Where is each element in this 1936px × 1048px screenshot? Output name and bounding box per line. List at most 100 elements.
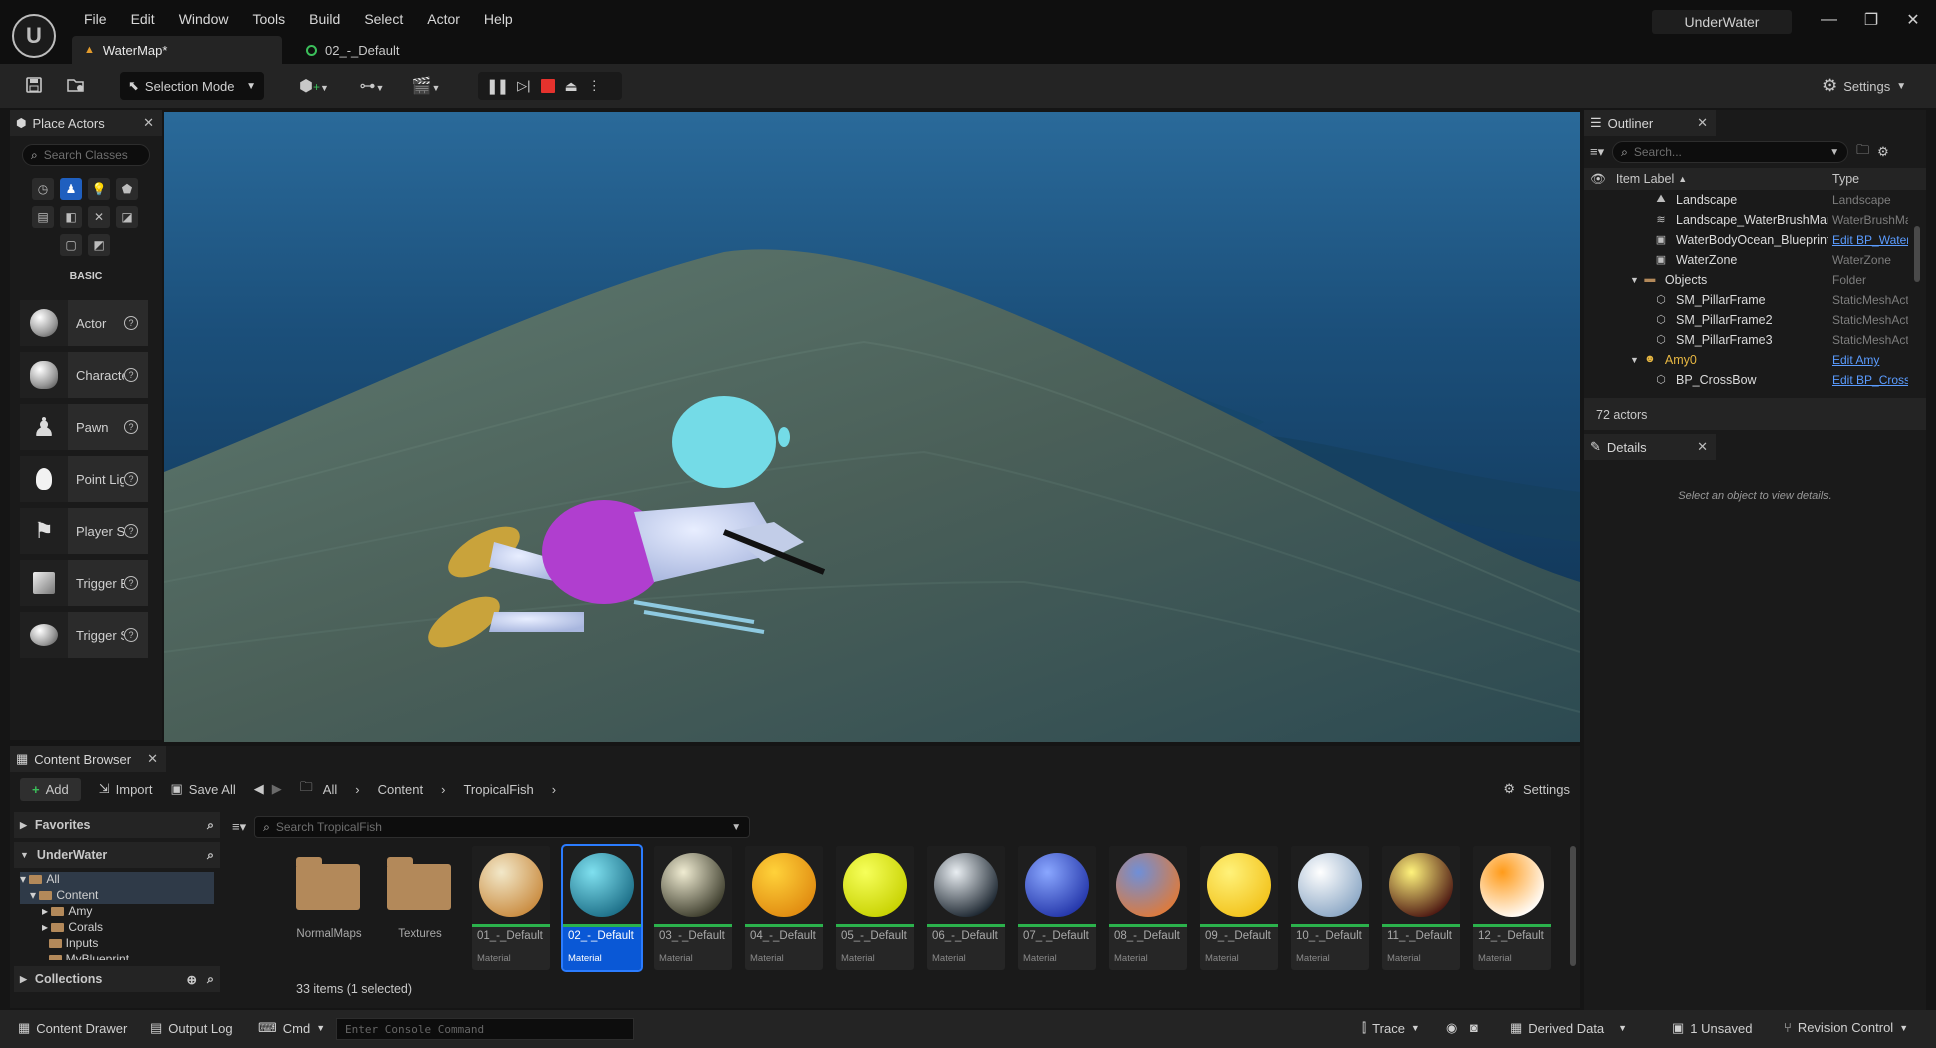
menu-help[interactable]: Help (472, 11, 525, 27)
menu-tools[interactable]: Tools (240, 11, 297, 27)
actor-item-point-light[interactable]: Point Light ? (20, 456, 148, 502)
row-type-link[interactable]: Edit Amy (1832, 353, 1908, 367)
material-asset-tile[interactable]: 02_-_Default Material (561, 844, 643, 972)
collections-section[interactable]: ▶ Collections ⊕ ⌕ (14, 966, 220, 992)
add-folder-icon[interactable]: 🗀 (1856, 141, 1869, 163)
close-icon[interactable]: ✕ (147, 751, 158, 767)
outliner-scrollbar[interactable] (1914, 226, 1920, 282)
tree-item-all[interactable]: ▾ All (20, 872, 214, 888)
close-icon[interactable]: ✕ (1697, 115, 1708, 131)
minimize-button[interactable]: — (1808, 11, 1850, 29)
outliner-row[interactable]: ▣ WaterZone WaterZone (1584, 250, 1926, 270)
gear-icon[interactable]: ⚙ (1877, 144, 1889, 160)
actor-item-trigger-box[interactable]: Trigger Box ? (20, 560, 148, 606)
material-asset-tile[interactable]: 10_-_Default Material (1291, 846, 1369, 970)
output-log-button[interactable]: ▤ Output Log (150, 1020, 233, 1036)
import-button[interactable]: ⇲ Import (99, 781, 153, 797)
chevron-down-icon[interactable]: ▼ (1630, 275, 1639, 285)
folder-tile[interactable]: NormalMaps (290, 846, 368, 970)
material-asset-tile[interactable]: 04_-_Default Material (745, 846, 823, 970)
outliner-row[interactable]: ▼ ☻ Amy0 Edit Amy (1584, 350, 1926, 370)
help-icon[interactable]: ? (124, 316, 138, 330)
filter-icon[interactable]: ≡▾ (232, 819, 246, 835)
material-asset-tile[interactable]: 07_-_Default Material (1018, 846, 1096, 970)
favorites-section[interactable]: ▶ Favorites ⌕ (14, 812, 220, 838)
search-classes-input[interactable]: ⌕ Search Classes (22, 144, 150, 166)
content-browser-icon[interactable] (66, 76, 86, 96)
material-asset-tile[interactable]: 11_-_Default Material (1382, 846, 1460, 970)
level-viewport[interactable] (164, 112, 1580, 742)
outliner-row[interactable]: ▣ WaterBodyOcean_Blueprint Edit BP_WaterBo… (1584, 230, 1926, 250)
save-all-button[interactable]: ▣ Save All (170, 781, 235, 797)
search-icon[interactable]: ⌕ (207, 972, 214, 987)
console-input[interactable]: Enter Console Command (336, 1018, 634, 1040)
tree-item-inputs[interactable]: Inputs (20, 936, 214, 952)
lights-icon[interactable]: 💡 (88, 178, 110, 200)
help-icon[interactable]: ? (124, 368, 138, 382)
material-asset-tile[interactable]: 06_-_Default Material (927, 846, 1005, 970)
outliner-search-input[interactable]: ⌕ Search... ▼ (1612, 141, 1849, 163)
actor-item-trigger-sphere[interactable]: Trigger Sphere ? (20, 612, 148, 658)
help-icon[interactable]: ? (124, 524, 138, 538)
content-drawer-button[interactable]: ▦ Content Drawer (18, 1020, 127, 1036)
menu-edit[interactable]: Edit (119, 11, 167, 27)
material-asset-tile[interactable]: 01_-_Default Material (472, 846, 550, 970)
geometry-icon[interactable]: ▢ (60, 234, 82, 256)
cb-settings-button[interactable]: ⚙ Settings (1503, 781, 1570, 797)
material-asset-tile[interactable]: 12_-_Default Material (1473, 846, 1551, 970)
menu-select[interactable]: Select (352, 11, 415, 27)
screenshot-icon[interactable]: ◙ (1470, 1020, 1478, 1035)
add-collection-icon[interactable]: ⊕ (187, 972, 197, 987)
material-asset-tile[interactable]: 08_-_Default Material (1109, 846, 1187, 970)
more-icon[interactable]: ⋮ (588, 78, 601, 94)
tree-item-myblueprint[interactable]: MyBlueprint (20, 952, 214, 960)
outliner-row[interactable]: ⛰ Landscape Landscape (1584, 190, 1926, 210)
volumes-icon[interactable]: ✕ (88, 206, 110, 228)
tab-material[interactable]: 02_-_Default (294, 36, 411, 64)
derived-data-button[interactable]: ▦ Derived Data ▼ (1510, 1020, 1627, 1036)
asset-search-input[interactable]: ⌕ Search TropicalFish ▼ (254, 816, 751, 838)
asset-scrollbar[interactable] (1570, 846, 1576, 966)
actor-item-actor[interactable]: Actor ? (20, 300, 148, 346)
help-icon[interactable]: ? (124, 576, 138, 590)
outliner-row[interactable]: ≋ Landscape_WaterBrushManager WaterBrushMa… (1584, 210, 1926, 230)
visual-effects-icon[interactable]: ◧ (60, 206, 82, 228)
item-label-header[interactable]: Item Label (1616, 172, 1674, 186)
cinematic-icon[interactable]: ▤ (32, 206, 54, 228)
material-asset-tile[interactable]: 09_-_Default Material (1200, 846, 1278, 970)
menu-build[interactable]: Build (297, 11, 352, 27)
actor-item-player-start[interactable]: ⚑ Player Start ? (20, 508, 148, 554)
outliner-row[interactable]: ▼ ▬ Objects Folder (1584, 270, 1926, 290)
search-icon[interactable]: ⌕ (207, 848, 214, 863)
menu-file[interactable]: File (72, 11, 119, 27)
unreal-logo-icon[interactable]: U (12, 14, 56, 58)
actor-item-pawn[interactable]: ♟ Pawn ? (20, 404, 148, 450)
trace-dropdown[interactable]: ⫿ Trace ▼ (1362, 1020, 1420, 1036)
record-icon[interactable]: ◉ (1446, 1020, 1457, 1036)
content-browser-tab[interactable]: ▦ Content Browser ✕ (10, 746, 166, 772)
step-icon[interactable]: ▷| (517, 78, 530, 94)
eye-icon[interactable]: 👁 (1590, 172, 1606, 187)
selection-mode-dropdown[interactable]: ⬉ Selection Mode ▼ (120, 72, 264, 100)
revision-control-button[interactable]: ⑂ Revision Control ▼ (1784, 1020, 1908, 1035)
shapes-icon[interactable]: ⬟ (116, 178, 138, 200)
chevron-down-icon[interactable]: ▼ (1630, 355, 1639, 365)
basic-icon[interactable]: ♟ (60, 178, 82, 200)
stop-icon[interactable] (540, 79, 555, 93)
row-type-link[interactable]: Edit BP_WaterBody (1832, 233, 1908, 247)
blueprint-icon[interactable]: ⊶▼ (352, 76, 392, 96)
recent-icon[interactable]: ◷ (32, 178, 54, 200)
eject-icon[interactable]: ⏏ (565, 78, 578, 95)
forward-icon[interactable]: ▶ (272, 781, 282, 797)
folder-tile[interactable]: Textures (381, 846, 459, 970)
tree-item-amy[interactable]: ▸ Amy (20, 904, 214, 920)
outliner-row[interactable]: ⬡ BP_CrossBow Edit BP_CrossBow (1584, 370, 1926, 390)
outliner-row[interactable]: ⬡ SM_PillarFrame3 StaticMeshActor (1584, 330, 1926, 350)
custom-icon[interactable]: ◩ (88, 234, 110, 256)
save-icon[interactable] (24, 76, 44, 96)
breadcrumb-content[interactable]: Content (378, 782, 424, 797)
tree-item-content[interactable]: ▾ Content (20, 888, 214, 904)
tab-watermap[interactable]: ▲ WaterMap* (72, 36, 282, 64)
all-classes-icon[interactable]: ◪ (116, 206, 138, 228)
breadcrumb-tropicalfish[interactable]: TropicalFish (463, 782, 533, 797)
